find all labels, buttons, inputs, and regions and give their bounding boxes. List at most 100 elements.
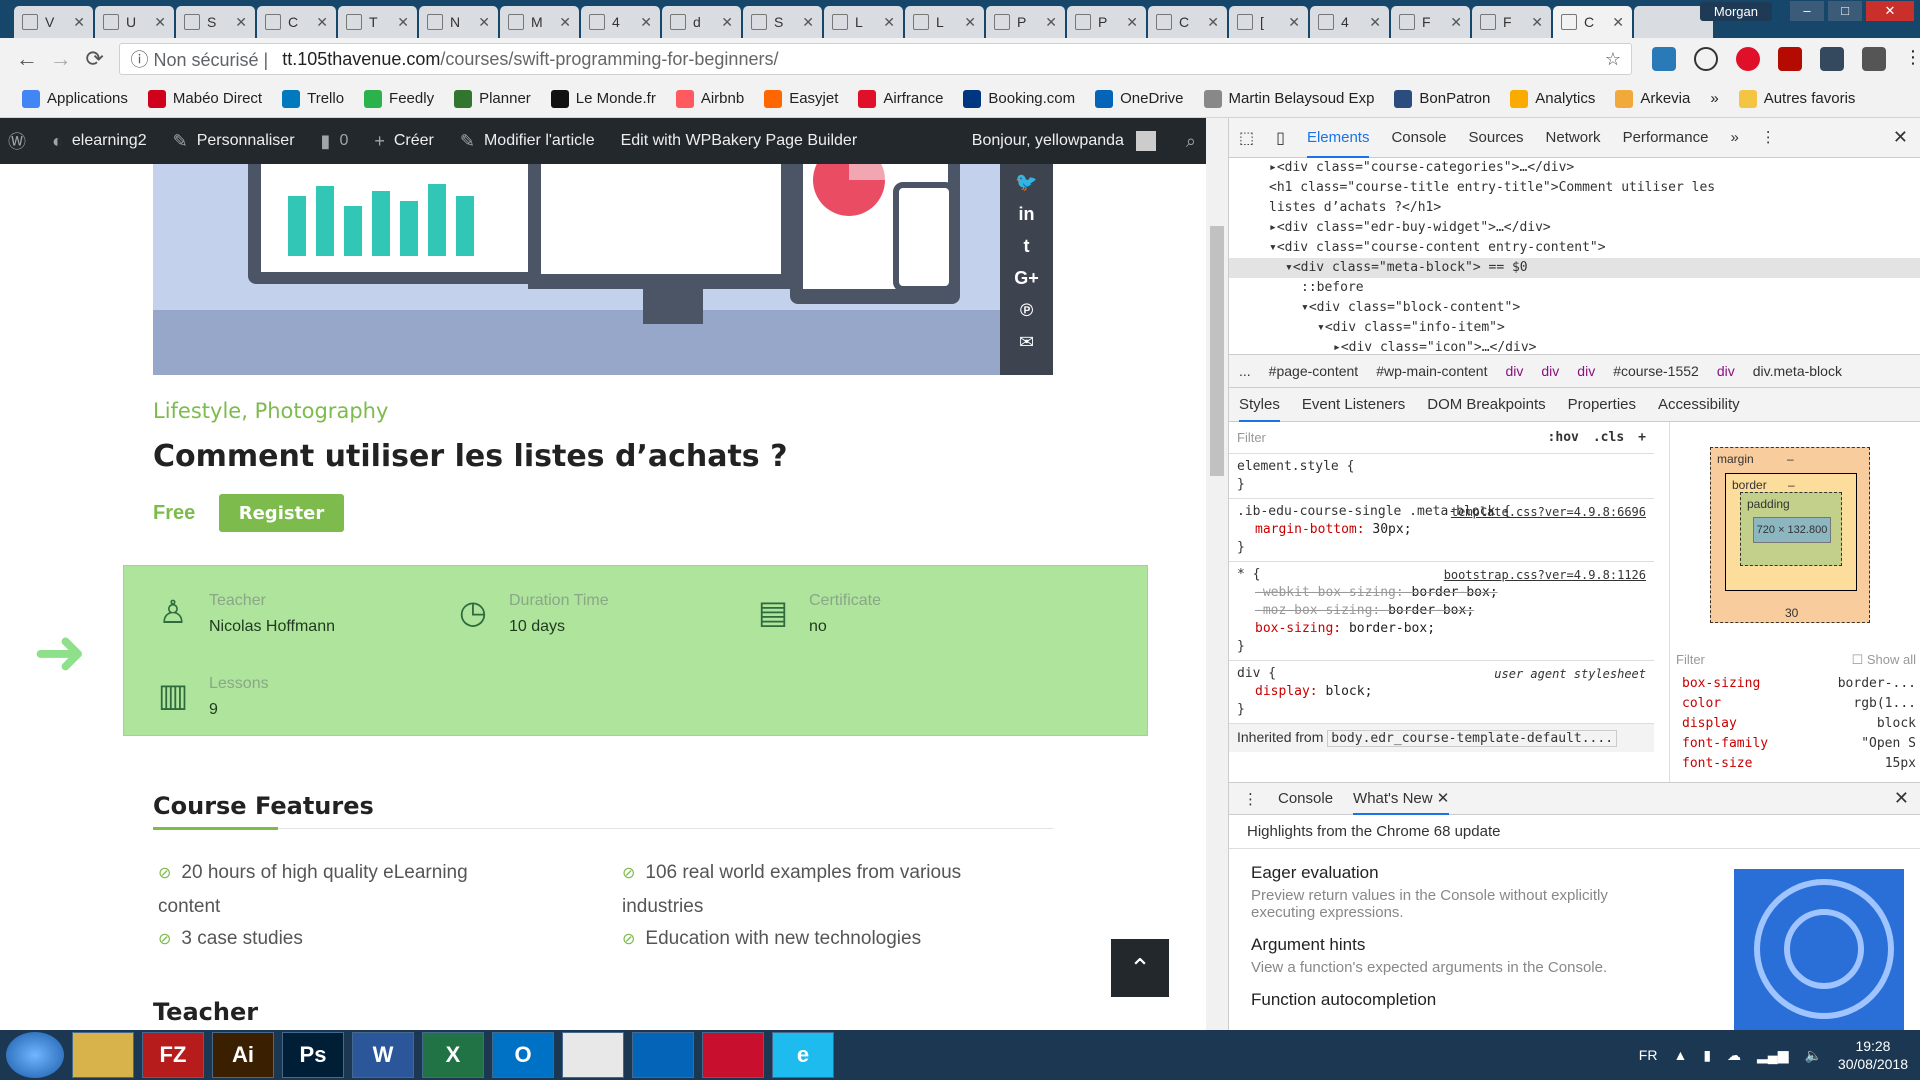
browser-tab[interactable]: T ✕ [338,6,417,38]
rule-source-link[interactable]: user agent stylesheet [1494,665,1646,683]
browser-tab[interactable]: P ✕ [1067,6,1146,38]
drawer-tab-console[interactable]: Console [1278,790,1333,807]
computed-filter-input[interactable]: Filter [1676,652,1705,668]
new-rule-button[interactable]: + [1638,429,1646,447]
close-tab-icon[interactable]: ✕ [802,14,814,31]
bookmark-item[interactable]: Le Monde.fr [550,89,656,108]
taskbar-app-icon[interactable]: Ai [212,1032,274,1078]
profile-button[interactable]: Morgan [1699,1,1772,21]
css-property[interactable]: display: block; [1237,683,1646,701]
close-tab-icon[interactable]: ✕ [1450,14,1462,31]
close-tab-icon[interactable]: ✕ [1369,14,1381,31]
close-drawer-icon[interactable]: ✕ [1894,788,1909,809]
customize-link[interactable]: ✎ Personnaliser [173,131,295,152]
rule-source-link[interactable]: template.css?ver=4.9.8:6696 [1451,503,1646,521]
browser-tab[interactable]: d ✕ [662,6,741,38]
computed-property[interactable]: display block [1670,714,1920,734]
bookmark-item[interactable]: Booking.com [963,89,1075,108]
taskbar-app-icon[interactable]: e [772,1032,834,1078]
bookmark-item[interactable]: Planner [454,89,531,108]
close-tab-icon[interactable]: ✕ [478,14,490,31]
close-tab-icon[interactable]: ✕ [1045,14,1057,31]
computed-property[interactable]: font-family "Open S [1670,734,1920,754]
box-model-border[interactable]: border – padding 720 × 132.800 [1725,473,1857,591]
taskbar-app-icon[interactable]: W [352,1032,414,1078]
browser-tab[interactable]: V ✕ [14,6,93,38]
subtab-properties[interactable]: Properties [1568,396,1636,413]
breadcrumb-item[interactable]: #course-1552 [1613,363,1699,379]
tray-expand-icon[interactable]: ▲ [1673,1047,1687,1063]
close-tab-icon[interactable]: ✕ [640,14,652,31]
taskbar-app-icon[interactable] [72,1032,134,1078]
dom-node[interactable]: ▾<div class="meta-block"> == $0 [1229,258,1920,278]
comments-link[interactable]: ▮ 0 [321,131,349,152]
back-button[interactable]: ← [10,46,44,72]
language-indicator[interactable]: FR [1639,1047,1658,1063]
bookmark-item[interactable]: Trello [282,89,344,108]
bookmark-item[interactable]: Martin Belaysoud Exp [1203,89,1374,108]
show-all-checkbox[interactable]: ☐ Show all [1852,652,1916,668]
pinterest-icon[interactable]: ℗ [1020,298,1033,322]
extension-icon[interactable] [1694,47,1718,71]
wordpress-logo-icon[interactable]: Ⓦ [8,128,26,154]
extension-icon[interactable] [1862,47,1886,71]
close-tab-icon[interactable]: ✕ [1288,14,1300,31]
dom-node[interactable]: ▸<div class="icon">…</div> [1269,338,1920,354]
account-greeting[interactable]: Bonjour, yellowpanda [972,132,1124,150]
avatar[interactable] [1135,131,1156,151]
dom-node[interactable]: ▾<div class="info-item"> [1269,318,1920,338]
close-tab-icon[interactable]: ✕ [1126,14,1138,31]
css-property[interactable]: -webkit-box-sizing: border-box; [1237,584,1646,602]
browser-tab[interactable]: 4 ✕ [581,6,660,38]
browser-tab[interactable]: C ✕ [1553,6,1632,38]
browser-tab[interactable]: M ✕ [500,6,579,38]
close-tab-icon[interactable]: ✕ [1612,14,1624,31]
device-toolbar-icon[interactable]: ▯ [1276,128,1285,148]
google-plus-icon[interactable]: G+ [1014,266,1039,290]
bookmark-item[interactable]: Easyjet [764,89,838,108]
browser-tab[interactable]: F ✕ [1472,6,1551,38]
close-tab-icon[interactable]: ✕ [559,14,571,31]
computed-property[interactable]: box-sizing border-... [1670,674,1920,694]
close-tab-icon[interactable]: ✕ [316,14,328,31]
taskbar-app-icon[interactable]: FZ [142,1032,204,1078]
bookmark-item[interactable]: Arkevia [1615,89,1690,108]
drawer-tab-whats-new[interactable]: What's New ✕ [1353,783,1450,815]
security-indicator[interactable]: ⓘ Non sécurisé | [130,46,268,72]
box-model-margin[interactable]: margin – 30 border – padding 720 × 132.8… [1710,447,1870,623]
dom-node[interactable]: ::before [1269,278,1920,298]
browser-tab[interactable]: F ✕ [1391,6,1470,38]
breadcrumb-item[interactable]: #page-content [1269,363,1359,379]
drawer-menu-icon[interactable]: ⋮ [1243,790,1258,808]
browser-tab[interactable]: L ✕ [824,6,903,38]
breadcrumb-item[interactable]: ... [1239,363,1251,379]
taskbar-app-icon[interactable] [632,1032,694,1078]
register-button[interactable]: Register [219,494,344,532]
onedrive-icon[interactable]: ☁ [1727,1047,1741,1064]
start-button[interactable] [6,1032,64,1078]
devtools-more-tabs[interactable]: » [1730,118,1738,158]
subtab-dom-breakpoints[interactable]: DOM Breakpoints [1427,396,1545,413]
close-tab-icon[interactable]: ✕ [1207,14,1219,31]
dom-node[interactable]: ▾<div class="course-content entry-conten… [1269,238,1920,258]
inspect-element-icon[interactable]: ⬚ [1239,128,1254,148]
inherited-element[interactable]: body.edr_course-template-default.... [1327,730,1618,747]
breadcrumb-item[interactable]: div [1541,363,1559,379]
box-model-content[interactable]: 720 × 132.800 [1753,517,1831,543]
css-property[interactable]: -moz-box-sizing: border-box; [1237,602,1646,620]
subtab-event-listeners[interactable]: Event Listeners [1302,396,1405,413]
dom-node[interactable]: <h1 class="course-title entry-title">Com… [1269,178,1920,198]
bookmark-star-icon[interactable]: ☆ [1605,49,1621,70]
scroll-to-top-button[interactable]: ⌃ [1111,939,1169,997]
devtools-tab-network[interactable]: Network [1546,118,1601,158]
close-tab-icon[interactable]: ✕ [397,14,409,31]
bookmark-item[interactable]: BonPatron [1394,89,1490,108]
create-link[interactable]: + Créer [374,131,434,152]
bookmark-item[interactable]: OneDrive [1095,89,1184,108]
page-scrollbar[interactable] [1206,118,1228,1030]
rule-selector[interactable]: element.style { [1237,458,1646,476]
twitter-icon[interactable]: 🐦 [1015,170,1037,194]
linkedin-icon[interactable]: in [1019,202,1035,226]
taskbar-app-icon[interactable] [702,1032,764,1078]
devtools-menu-icon[interactable]: ⋮ [1761,118,1776,158]
